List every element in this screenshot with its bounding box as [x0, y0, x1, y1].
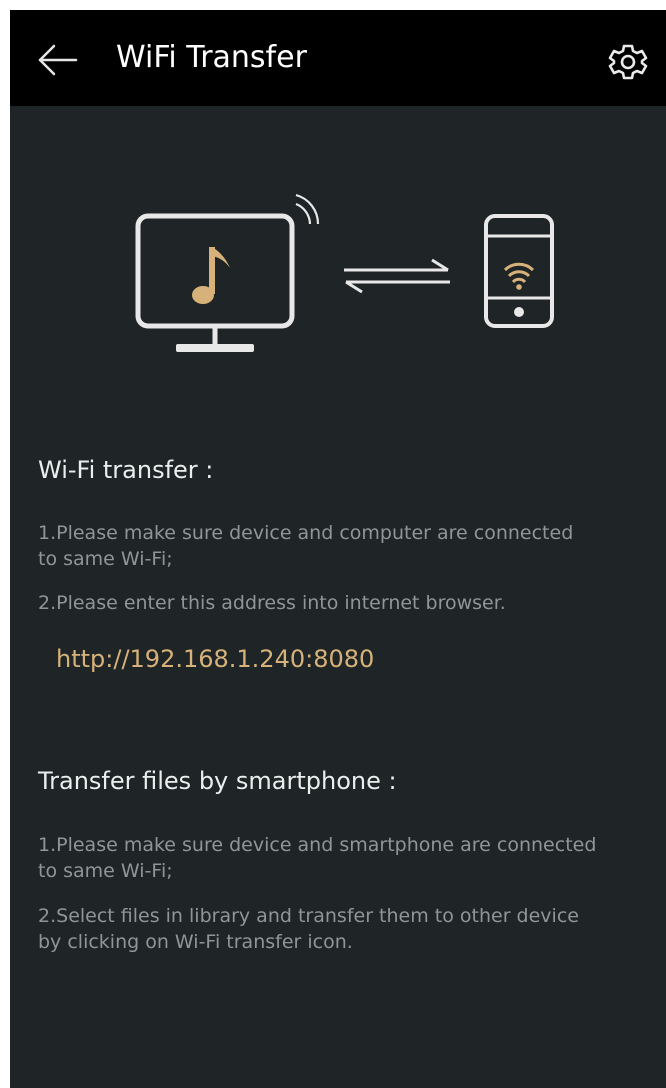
wifi-section-title: Wi-Fi transfer : — [38, 456, 214, 484]
arrow-left-icon — [38, 44, 78, 76]
smartphone-step-2: 2.Select files in library and transfer t… — [38, 903, 666, 955]
smartphone-step-2-line-1: 2.Select files in library and transfer t… — [38, 905, 579, 927]
wifi-step-1: 1.Please make sure device and computer a… — [38, 520, 666, 572]
wifi-step-1-line-1: 1.Please make sure device and computer a… — [38, 522, 574, 544]
app-bar: WiFi Transfer — [10, 10, 666, 106]
smartphone-step-1: 1.Please make sure device and smartphone… — [38, 832, 666, 884]
wifi-step-2: 2.Please enter this address into interne… — [38, 592, 506, 614]
smartphone-step-2-line-2: by clicking on Wi-Fi transfer icon. — [38, 931, 353, 953]
smartphone-section-title: Transfer files by smartphone : — [38, 767, 397, 795]
transfer-illustration — [120, 190, 570, 370]
back-button[interactable] — [32, 40, 82, 80]
gear-icon — [608, 44, 648, 80]
smartphone-step-1-line-2: to same Wi-Fi; — [38, 860, 173, 882]
settings-button[interactable] — [606, 40, 650, 84]
smartphone-step-1-line-1: 1.Please make sure device and smartphone… — [38, 834, 597, 856]
wifi-transfer-screen: WiFi Transfer Wi-Fi transfer: 1.Please … — [10, 10, 666, 1088]
phone-wifi-icon — [484, 214, 554, 328]
swap-arrows-icon — [344, 258, 450, 294]
page-title: WiFi Transfer — [116, 40, 307, 75]
monitor-music-icon — [135, 193, 320, 352]
wifi-step-1-line-2: to same Wi-Fi; — [38, 548, 173, 570]
server-address-link[interactable]: http://192.168.1.240:8080 — [56, 643, 374, 675]
